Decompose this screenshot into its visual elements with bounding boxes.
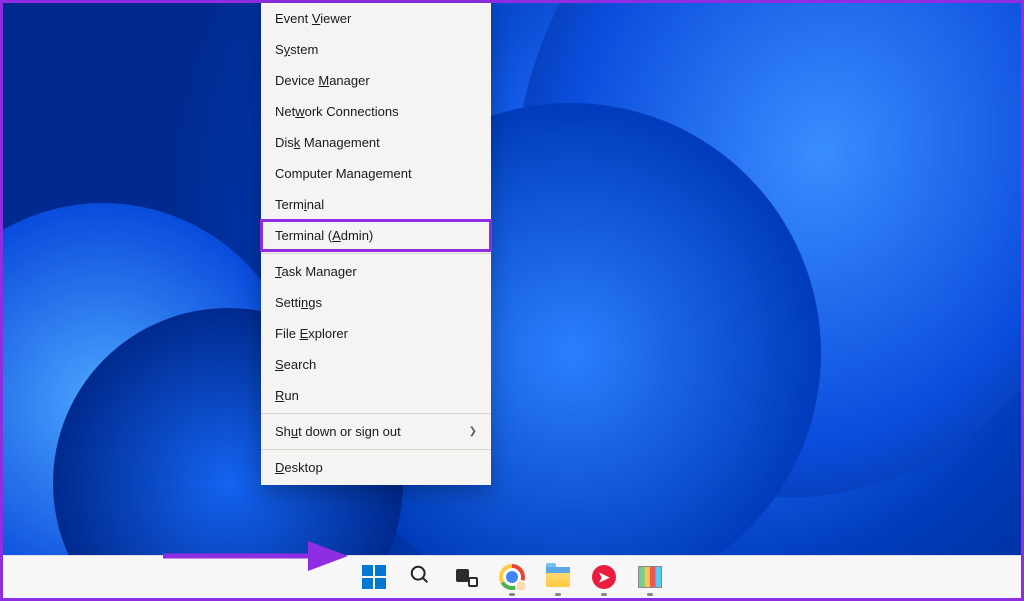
app-icon: ➤ — [592, 565, 616, 589]
taskbar-chrome-button[interactable] — [492, 557, 532, 597]
menu-item-label: Desktop — [275, 460, 323, 475]
menu-item-label: Task Manager — [275, 264, 357, 279]
menu-item-label: Terminal — [275, 197, 324, 212]
menu-item-search[interactable]: Search — [261, 349, 491, 380]
menu-separator — [261, 449, 491, 450]
menu-item-label: Computer Management — [275, 166, 412, 181]
menu-item-system[interactable]: System — [261, 34, 491, 65]
menu-separator — [261, 413, 491, 414]
menu-item-settings[interactable]: Settings — [261, 287, 491, 318]
running-indicator — [647, 593, 653, 596]
taskview-icon — [456, 569, 476, 585]
taskbar-control-panel-button[interactable] — [630, 557, 670, 597]
search-icon — [409, 564, 431, 591]
menu-item-label: Run — [275, 388, 299, 403]
menu-item-label: Disk Management — [275, 135, 380, 150]
menu-item-label: Settings — [275, 295, 322, 310]
menu-item-terminal-admin[interactable]: Terminal (Admin) — [261, 220, 491, 251]
menu-item-disk-management[interactable]: Disk Management — [261, 127, 491, 158]
menu-item-run[interactable]: Run — [261, 380, 491, 411]
taskbar-app-button[interactable]: ➤ — [584, 557, 624, 597]
annotation-arrow — [153, 531, 353, 586]
profile-badge-icon — [515, 580, 527, 592]
menu-item-label: Device Manager — [275, 73, 370, 88]
menu-item-label: Terminal (Admin) — [275, 228, 373, 243]
menu-item-task-manager[interactable]: Task Manager — [261, 256, 491, 287]
menu-item-label: Shut down or sign out — [275, 424, 401, 439]
menu-item-label: System — [275, 42, 318, 57]
menu-item-label: File Explorer — [275, 326, 348, 341]
running-indicator — [601, 593, 607, 596]
winx-context-menu: Event Viewer System Device Manager Netwo… — [261, 3, 491, 485]
running-indicator — [555, 593, 561, 596]
menu-item-event-viewer[interactable]: Event Viewer — [261, 3, 491, 34]
menu-item-terminal[interactable]: Terminal — [261, 189, 491, 220]
menu-item-file-explorer[interactable]: File Explorer — [261, 318, 491, 349]
chevron-right-icon: ❯ — [469, 426, 477, 437]
menu-item-label: Search — [275, 357, 316, 372]
start-button[interactable] — [354, 557, 394, 597]
taskbar-search-button[interactable] — [400, 557, 440, 597]
chrome-icon — [499, 564, 525, 590]
folder-icon — [546, 567, 570, 587]
taskbar-taskview-button[interactable] — [446, 557, 486, 597]
menu-item-network-connections[interactable]: Network Connections — [261, 96, 491, 127]
menu-item-label: Event Viewer — [275, 11, 351, 26]
taskbar-file-explorer-button[interactable] — [538, 557, 578, 597]
running-indicator — [509, 593, 515, 596]
menu-separator — [261, 253, 491, 254]
menu-item-desktop[interactable]: Desktop — [261, 452, 491, 483]
menu-item-shutdown-signout[interactable]: Shut down or sign out ❯ — [261, 416, 491, 447]
menu-item-device-manager[interactable]: Device Manager — [261, 65, 491, 96]
control-panel-icon — [638, 566, 662, 588]
desktop-wallpaper — [3, 3, 1021, 558]
windows-logo-icon — [362, 565, 386, 589]
menu-item-computer-management[interactable]: Computer Management — [261, 158, 491, 189]
menu-item-label: Network Connections — [275, 104, 399, 119]
